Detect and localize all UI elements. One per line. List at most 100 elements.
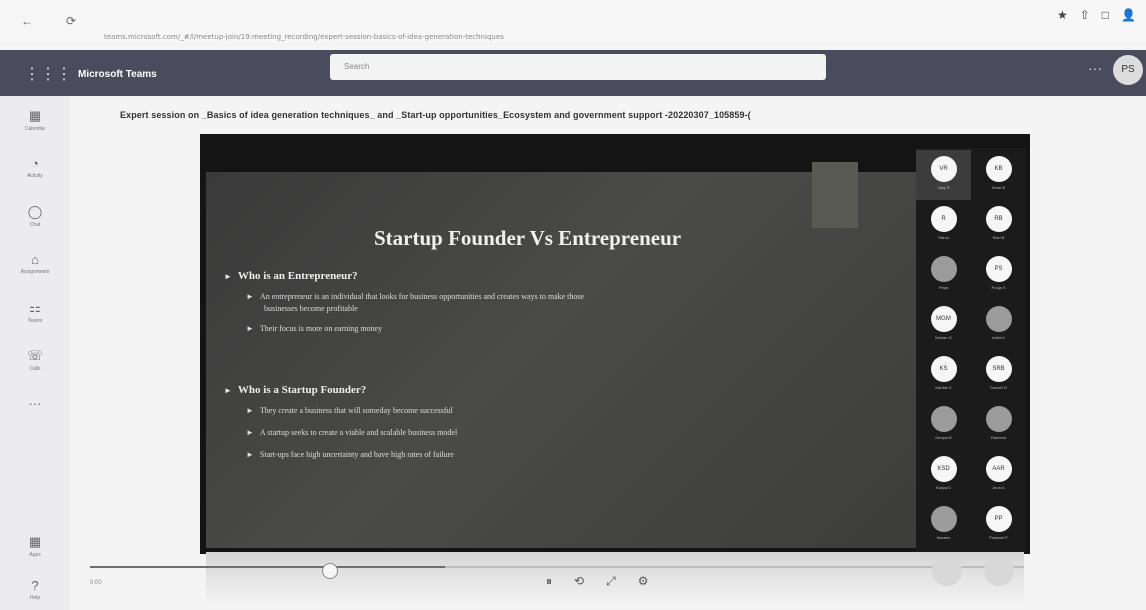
participant-photo	[930, 506, 957, 532]
participant-gallery: VR Vijay R KB Kiran B R Rahul RB Ravi B Priy…	[916, 148, 1026, 552]
rail-item-assignments[interactable]: ⌂ Assignments	[0, 252, 70, 275]
shared-slide: Startup Founder Vs Entrepreneur ► Who is …	[206, 162, 916, 548]
rail-item-calls[interactable]: ☏ Calls	[0, 348, 70, 372]
bookmark-star-icon[interactable]: ★	[1057, 8, 1068, 22]
participant-name: Kiran B	[991, 185, 1006, 190]
slide-title: Startup Founder Vs Entrepreneur	[374, 226, 682, 250]
rail-item-help[interactable]: ? Help	[0, 578, 70, 601]
participant-tile[interactable]: Ramesh	[971, 400, 1026, 450]
participant-name: Vijay R	[937, 185, 950, 190]
refresh-icon[interactable]: ⟳	[62, 14, 80, 28]
participant-avatar: RB	[985, 206, 1012, 232]
participant-tile[interactable]: Naveen	[916, 500, 971, 550]
participant-avatar: KSD	[930, 456, 957, 482]
participant-name: Ravi B	[992, 235, 1005, 240]
participant-tile[interactable]: R Rahul	[916, 200, 971, 250]
participant-photo	[930, 406, 957, 432]
participant-name: Naveen	[936, 535, 951, 540]
participant-name: Karthik S	[935, 385, 952, 390]
playback-controls: ⏸ ⟲ ⤢ ⚙	[546, 574, 648, 589]
participant-avatar: KS	[930, 356, 957, 382]
rewind-icon[interactable]: ⟲	[574, 574, 584, 589]
slide-heading-entrepreneur: ► Who is an Entrepreneur?	[224, 270, 358, 282]
rail-item-apps[interactable]: ▦ Apps	[0, 534, 70, 558]
chat-icon: ◯	[27, 204, 43, 219]
participant-name: Suresh R	[990, 385, 1007, 390]
search-input[interactable]: Search	[330, 54, 826, 80]
bullet-arrow-icon: ►	[246, 450, 254, 459]
participant-tile[interactable]: AAR Arun A	[971, 450, 1026, 500]
rail-item-label: Calls	[29, 366, 41, 372]
rail-item-more[interactable]: ···	[0, 396, 70, 411]
rail-item-calendar[interactable]: ▦ Calendar	[0, 108, 70, 132]
tab-icon[interactable]: □	[1102, 8, 1109, 22]
participant-tile[interactable]: KS Karthik S	[916, 350, 971, 400]
back-icon[interactable]: ←	[18, 14, 36, 28]
bell-icon: ◔	[31, 156, 39, 171]
participant-avatar[interactable]	[932, 556, 962, 586]
participant-avatar: SRB	[985, 356, 1012, 382]
participant-photo	[930, 256, 957, 282]
rail-item-activity[interactable]: ◔ Activity	[0, 156, 70, 179]
player-controls-bar: ⏸ ⟲ ⤢ ⚙	[90, 552, 1024, 602]
teams-icon: ⚏	[29, 300, 41, 315]
video-player[interactable]: Startup Founder Vs Entrepreneur ► Who is …	[200, 134, 1030, 554]
participant-tile[interactable]: KB Kiran B	[971, 150, 1026, 200]
profile-icon[interactable]: 👤	[1121, 8, 1136, 22]
participant-tile[interactable]: RB Ravi B	[971, 200, 1026, 250]
teams-header: ⋮⋮⋮ Microsoft Teams Search ··· PS	[0, 50, 1146, 96]
fullscreen-icon[interactable]: ⤢	[606, 574, 616, 589]
participant-avatar: KB	[985, 156, 1012, 182]
participant-name: Anita K	[992, 335, 1005, 340]
participant-tile[interactable]: PP Prakash P	[971, 500, 1026, 550]
participant-avatar: PP	[985, 506, 1012, 532]
slide-point: ► Start-ups face high uncertainty and hav…	[246, 450, 454, 459]
bullet-arrow-icon: ►	[246, 406, 254, 415]
seek-bar[interactable]	[90, 563, 1024, 579]
participant-avatar[interactable]	[984, 556, 1014, 586]
rail-item-chat[interactable]: ◯ Chat	[0, 204, 70, 228]
rail-item-label: Apps	[29, 552, 41, 558]
participant-photo	[985, 406, 1012, 432]
participant-tile[interactable]: Priya	[916, 250, 971, 300]
participant-avatar: MGM	[930, 306, 957, 332]
participant-tile[interactable]: MGM Mohan G	[916, 300, 971, 350]
participant-name: Arun A	[992, 485, 1005, 490]
url-bar[interactable]: teams.microsoft.com/_#/l/meetup-join/19:…	[104, 33, 894, 45]
participant-tile[interactable]: Deepa M	[916, 400, 971, 450]
participant-photo	[985, 306, 1012, 332]
apps-icon: ▦	[28, 534, 42, 549]
share-icon[interactable]: ⇧	[1080, 8, 1090, 22]
participant-name: Kavya D	[935, 485, 952, 490]
rail-item-label: Activity	[27, 173, 43, 179]
participant-name: Rahul	[938, 235, 949, 240]
participant-tile[interactable]: SRB Suresh R	[971, 350, 1026, 400]
rail-item-teams[interactable]: ⚏ Teams	[0, 300, 70, 324]
slide-point-continued: businesses become profitable	[264, 304, 358, 313]
seek-handle[interactable]	[322, 563, 338, 579]
participant-name: Priya	[938, 285, 949, 290]
browser-extension-icons: ★ ⇧ □ 👤	[1057, 8, 1136, 22]
slide-point: ► An entrepreneur is an individual that l…	[246, 292, 585, 301]
settings-icon[interactable]: ⚙	[638, 574, 649, 589]
participant-name: Ramesh	[991, 435, 1006, 440]
app-launcher-icon[interactable]: ⋮⋮⋮	[24, 64, 72, 84]
participant-tile[interactable]: Anita K	[971, 300, 1026, 350]
participant-name: Deepa M	[935, 435, 952, 440]
participant-tile[interactable]: VR Vijay R	[916, 150, 971, 200]
meeting-recording-title: Expert session on _Basics of idea genera…	[120, 110, 751, 120]
seek-bar-fill	[90, 566, 445, 568]
participant-tile[interactable]: KSD Kavya D	[916, 450, 971, 500]
pause-icon[interactable]: ⏸	[546, 574, 552, 589]
bullet-arrow-icon: ►	[246, 292, 254, 301]
app-name: Microsoft Teams	[78, 69, 157, 80]
bullet-arrow-icon: ►	[246, 324, 254, 333]
rail-item-label: Help	[29, 595, 41, 601]
rail-item-label: Teams	[27, 318, 43, 324]
slide-point: ► A startup seeks to create a viable and …	[246, 428, 458, 437]
participant-avatar: AAR	[985, 456, 1012, 482]
participant-tile[interactable]: PS Pooja S	[971, 250, 1026, 300]
user-avatar[interactable]: PS	[1113, 55, 1143, 85]
more-options-icon[interactable]: ···	[1088, 60, 1102, 76]
more-icon: ···	[28, 396, 42, 411]
